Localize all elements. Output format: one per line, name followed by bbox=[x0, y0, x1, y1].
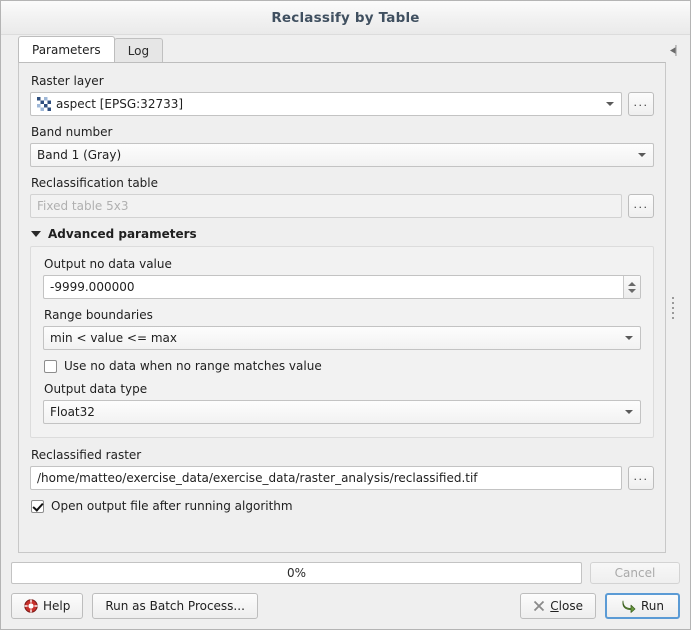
run-as-batch-process-button[interactable]: Run as Batch Process... bbox=[92, 593, 258, 619]
cancel-button: Cancel bbox=[590, 562, 680, 584]
open-output-checkbox-row[interactable]: Open output file after running algorithm bbox=[31, 499, 654, 513]
output-no-data-value-text: -9999.000000 bbox=[50, 280, 623, 294]
dialog-footer: 0% Cancel Help Run as Batch Process... bbox=[1, 553, 690, 629]
output-data-type-label: Output data type bbox=[44, 382, 641, 397]
advanced-parameters-header[interactable]: Advanced parameters bbox=[31, 227, 654, 241]
range-boundaries-value: min < value <= max bbox=[50, 331, 619, 345]
reclassified-raster-value: /home/matteo/exercise_data/exercise_data… bbox=[37, 471, 617, 485]
triangle-up-icon[interactable] bbox=[628, 282, 636, 286]
reclassification-table-input[interactable]: Fixed table 5x3 bbox=[30, 194, 622, 218]
green-arrow-icon bbox=[621, 599, 636, 613]
dialog-title: Reclassify by Table bbox=[271, 10, 419, 26]
output-no-data-value-spinbox[interactable]: -9999.000000 bbox=[43, 275, 641, 299]
raster-layer-row: aspect [EPSG:32733] ... bbox=[30, 92, 654, 116]
raster-layer-combobox[interactable]: aspect [EPSG:32733] bbox=[30, 92, 622, 116]
open-output-checkbox[interactable] bbox=[31, 500, 44, 513]
run-button[interactable]: Run bbox=[605, 593, 680, 619]
output-no-data-value-stepper[interactable] bbox=[623, 276, 640, 298]
progress-text: 0% bbox=[287, 566, 306, 580]
advanced-parameters-label: Advanced parameters bbox=[48, 227, 197, 241]
chevron-down-icon bbox=[606, 102, 614, 106]
triangle-left-icon[interactable] bbox=[666, 43, 680, 57]
triangle-down-icon[interactable] bbox=[628, 289, 636, 293]
chevron-down-icon bbox=[625, 336, 633, 340]
reclassify-by-table-dialog: Reclassify by Table Parameters Log Raste… bbox=[0, 0, 691, 630]
reclassified-raster-row: /home/matteo/exercise_data/exercise_data… bbox=[30, 466, 654, 490]
use-no-data-checkbox[interactable] bbox=[44, 360, 57, 373]
parameters-panel: Raster layer aspect [EPSG:32733] bbox=[18, 62, 666, 553]
parameters-panel-wrap: Raster layer aspect [EPSG:32733] bbox=[18, 62, 680, 553]
use-no-data-checkbox-row[interactable]: Use no data when no range matches value bbox=[44, 359, 641, 373]
output-no-data-value-label: Output no data value bbox=[44, 257, 641, 272]
range-boundaries-label: Range boundaries bbox=[44, 308, 641, 323]
tab-log[interactable]: Log bbox=[114, 38, 163, 62]
triangle-left-glyph bbox=[669, 45, 677, 56]
chevron-down-icon bbox=[638, 153, 646, 157]
use-no-data-label: Use no data when no range matches value bbox=[64, 359, 322, 373]
lifebuoy-icon bbox=[24, 599, 38, 613]
reclassification-table-label: Reclassification table bbox=[31, 176, 654, 191]
band-number-value: Band 1 (Gray) bbox=[37, 148, 632, 162]
raster-layer-value: aspect [EPSG:32733] bbox=[56, 97, 600, 111]
help-button[interactable]: Help bbox=[11, 593, 83, 619]
band-number-label: Band number bbox=[31, 125, 654, 140]
tab-bar: Parameters Log bbox=[1, 35, 690, 62]
tab-log-label: Log bbox=[128, 44, 149, 58]
close-button[interactable]: Close bbox=[520, 593, 596, 619]
range-boundaries-row: min < value <= max bbox=[43, 326, 641, 350]
output-no-data-value-row: -9999.000000 bbox=[43, 275, 641, 299]
reclassified-raster-browse-button[interactable]: ... bbox=[628, 466, 654, 490]
progress-row: 0% Cancel bbox=[11, 562, 680, 584]
open-output-label: Open output file after running algorithm bbox=[51, 499, 293, 513]
reclassified-raster-label: Reclassified raster bbox=[31, 448, 654, 463]
band-number-row: Band 1 (Gray) bbox=[30, 143, 654, 167]
splitter-dots-icon bbox=[672, 297, 674, 319]
tab-parameters[interactable]: Parameters bbox=[18, 36, 115, 62]
reclassification-table-browse-button[interactable]: ... bbox=[628, 194, 654, 218]
close-rest-letters: lose bbox=[559, 599, 583, 613]
reclassification-table-row: Fixed table 5x3 ... bbox=[30, 194, 654, 218]
output-data-type-value: Float32 bbox=[50, 405, 619, 419]
reclassified-raster-input[interactable]: /home/matteo/exercise_data/exercise_data… bbox=[30, 466, 622, 490]
advanced-parameters-group: Output no data value -9999.000000 Range … bbox=[30, 246, 654, 438]
close-button-label: Close bbox=[550, 599, 583, 613]
tab-parameters-label: Parameters bbox=[32, 43, 101, 57]
triangle-down-icon bbox=[31, 231, 41, 237]
close-accel-letter: C bbox=[550, 599, 558, 613]
band-number-combobox[interactable]: Band 1 (Gray) bbox=[30, 143, 654, 167]
run-button-label: Run bbox=[641, 599, 664, 613]
chevron-down-icon bbox=[625, 410, 633, 414]
reclassification-table-placeholder: Fixed table 5x3 bbox=[37, 199, 617, 213]
close-x-icon bbox=[533, 600, 545, 612]
range-boundaries-combobox[interactable]: min < value <= max bbox=[43, 326, 641, 350]
output-data-type-combobox[interactable]: Float32 bbox=[43, 400, 641, 424]
raster-layer-icon bbox=[37, 97, 51, 111]
raster-layer-label: Raster layer bbox=[31, 74, 654, 89]
raster-layer-browse-button[interactable]: ... bbox=[628, 92, 654, 116]
progress-bar: 0% bbox=[11, 562, 582, 584]
run-as-batch-process-label: Run as Batch Process... bbox=[105, 599, 245, 613]
dialog-titlebar: Reclassify by Table bbox=[1, 1, 690, 35]
output-data-type-row: Float32 bbox=[43, 400, 641, 424]
help-button-label: Help bbox=[43, 599, 70, 613]
panel-splitter-handle[interactable] bbox=[666, 62, 680, 553]
footer-button-row: Help Run as Batch Process... Close Run bbox=[11, 593, 680, 619]
